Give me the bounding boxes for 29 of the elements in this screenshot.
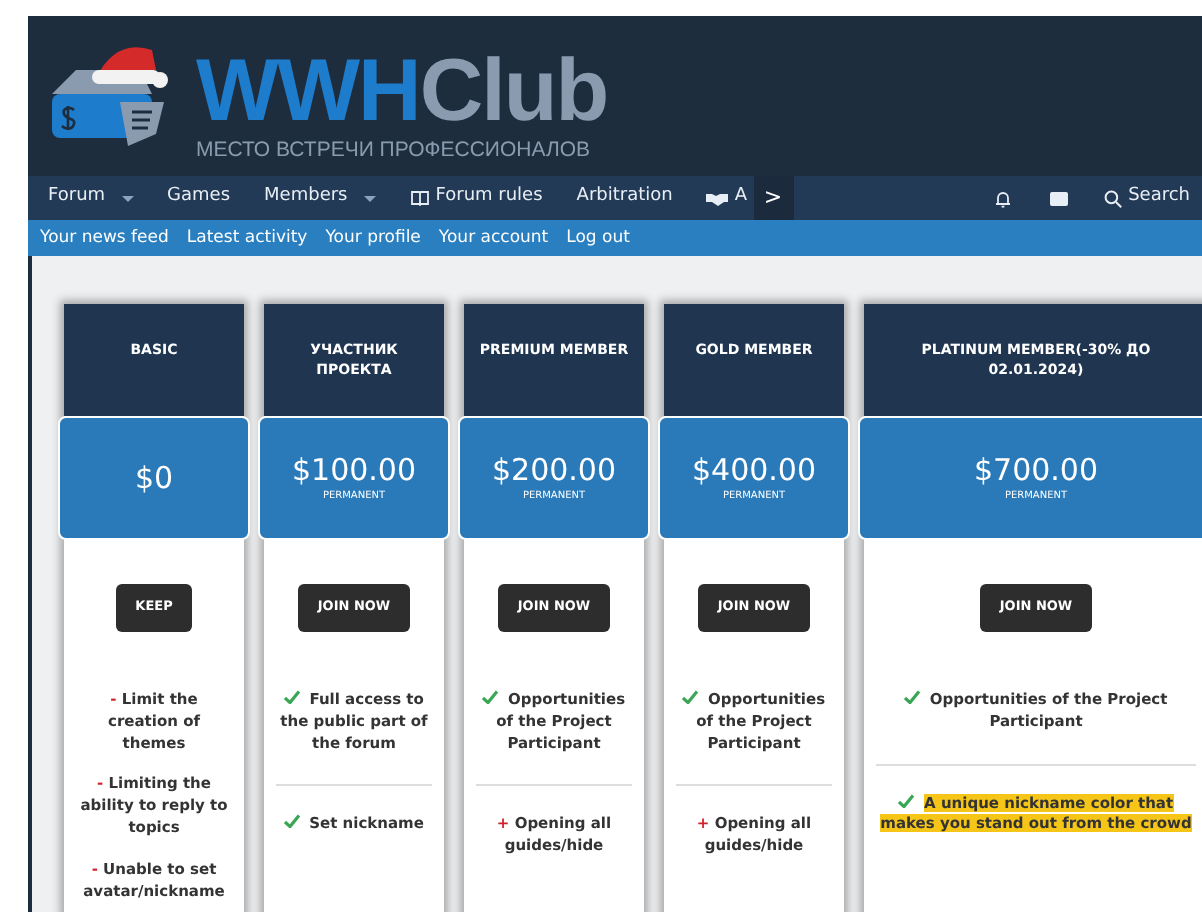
plan-price: $200.00 xyxy=(491,453,617,487)
subnav-link[interactable]: Your news feed xyxy=(40,225,169,251)
book-icon xyxy=(409,190,430,206)
check-icon xyxy=(284,689,301,704)
check-icon xyxy=(904,689,921,704)
nav-link[interactable]: Games xyxy=(167,184,231,212)
logo-wordmark[interactable]: WWHClub xyxy=(196,47,608,136)
bell-icon[interactable] xyxy=(994,189,1013,207)
scroll-right-button[interactable]: > xyxy=(753,176,794,220)
subnav-link[interactable]: Log out xyxy=(566,225,630,251)
nav-link[interactable]: Members xyxy=(264,184,376,212)
subnav-link[interactable]: Your profile xyxy=(325,225,421,251)
check-icon xyxy=(682,689,699,704)
search-link[interactable]: Search xyxy=(1104,184,1190,212)
search-icon xyxy=(1104,189,1123,207)
subnav-link[interactable]: Latest activity xyxy=(186,225,308,251)
logo-tagline: МЕСТО ВСТРЕЧИ ПРОФЕССИОНАЛОВ xyxy=(196,139,593,161)
plan-price: $100.00 xyxy=(291,453,417,487)
nav-link[interactable]: Forum xyxy=(48,184,134,212)
check-icon xyxy=(898,793,915,807)
nav-link[interactable]: Forum rules xyxy=(409,184,543,212)
subnav-link[interactable]: Your account xyxy=(438,225,549,251)
nav-link[interactable]: A xyxy=(706,184,748,212)
plan-price: $0 xyxy=(134,461,174,495)
plan-price: $700.00 xyxy=(973,453,1099,487)
check-icon xyxy=(482,689,499,704)
nav-link[interactable]: Arbitration xyxy=(576,184,673,212)
plan-price: $400.00 xyxy=(691,453,817,487)
check-icon xyxy=(284,814,301,829)
